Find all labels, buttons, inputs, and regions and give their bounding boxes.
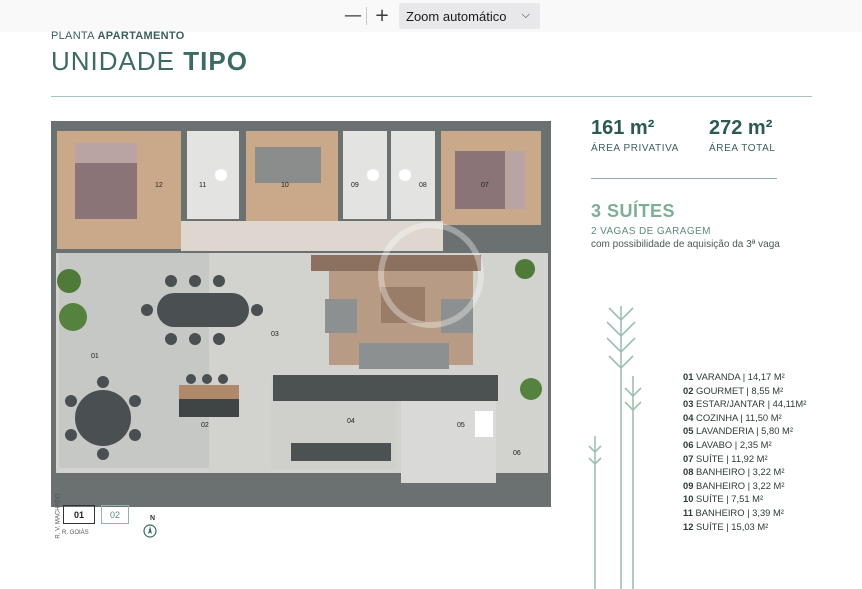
legend-item-number: 01 — [683, 371, 694, 382]
legend-item-text: SUÍTE | 15,03 M² — [696, 520, 769, 532]
plan-label-09: 09 — [351, 182, 359, 189]
legend-item-text: BANHEIRO | 3,22 M² — [696, 466, 785, 478]
north-label: N — [150, 515, 156, 522]
floor-plan: 12 11 10 09 08 07 01 03 02 04 05 06 — [51, 121, 551, 507]
pdf-viewer-toolbar: — + Zoom automático ⌵ — [0, 0, 862, 32]
page-title: UNIDADE TIPO — [51, 46, 248, 76]
chevron-down-icon: ⌵ — [521, 8, 530, 21]
zoom-select-value: Zoom automático — [406, 8, 507, 24]
legend-item-text: BANHEIRO | 3,22 M² — [696, 479, 785, 491]
plan-label-06: 06 — [513, 450, 521, 457]
compass-icon — [143, 524, 157, 538]
plan-label-07: 07 — [481, 182, 489, 189]
legend-item: 01 VARANDA | 14,17 M² — [683, 370, 806, 384]
area-privativa-value: 161 m² — [591, 117, 655, 139]
legend-item-number: 04 — [683, 411, 694, 423]
plan-label-02: 02 — [201, 422, 209, 429]
legend-item: 10 SUÍTE | 7,51 M² — [683, 492, 806, 506]
legend-item: 03 ESTAR/JANTAR | 44,11M² — [683, 397, 806, 411]
legend-item-number: 02 — [683, 384, 694, 396]
info-divider — [591, 178, 777, 179]
legend-item: 07 SUÍTE | 11,92 M² — [683, 452, 806, 466]
toolbar-separator — [366, 7, 367, 25]
plan-label-04: 04 — [347, 418, 355, 425]
legend-item-text: COZINHA | 11,50 M² — [696, 411, 782, 423]
legend-item-number: 10 — [683, 493, 694, 505]
orientation-box-01: 01 — [63, 505, 95, 524]
zoom-select[interactable]: Zoom automático ⌵ — [399, 3, 540, 29]
orientation-box-02: 02 — [101, 505, 129, 524]
legend-item: 02 GOURMET | 8,55 M² — [683, 384, 806, 398]
garage-note: com possibilidade de aquisição da 3ª vag… — [591, 239, 780, 250]
zoom-out-button[interactable]: — — [342, 5, 364, 27]
plan-label-11: 11 — [199, 182, 206, 189]
zoom-in-button[interactable]: + — [371, 5, 393, 27]
legend-item-text: SUÍTE | 11,92 M² — [696, 452, 768, 464]
tree-decoration — [588, 306, 642, 589]
header-divider — [51, 96, 812, 97]
plan-label-03: 03 — [271, 331, 279, 338]
legend-item-number: 08 — [683, 466, 694, 478]
legend-item-text: VARANDA | 14,17 M² — [696, 371, 785, 382]
legend-item-text: ESTAR/JANTAR | 44,11M² — [696, 398, 807, 410]
legend-item-number: 06 — [683, 438, 694, 450]
legend-item-text: LAVANDERIA | 5,80 M² — [696, 425, 793, 437]
plan-label-10: 10 — [281, 182, 289, 189]
subtitle: PLANTA APARTAMENTO — [51, 30, 185, 42]
legend-item: 05 LAVANDERIA | 5,80 M² — [683, 424, 806, 438]
area-total-label: ÁREA TOTAL — [709, 143, 776, 154]
plan-label-08: 08 — [419, 182, 427, 189]
suites-count: 3 SUÍTES — [591, 201, 676, 221]
street-horizontal-label: R. GOIÁS — [62, 530, 89, 536]
legend-item-text: BANHEIRO | 3,39 M² — [695, 506, 784, 518]
legend-item: 06 LAVABO | 2,35 M² — [683, 438, 806, 452]
legend-item-number: 09 — [683, 479, 694, 491]
street-vertical-label: R. V. MACHADO — [55, 493, 62, 539]
garage-spots: 2 VAGAS DE GARAGEM — [591, 226, 711, 237]
legend-item: 04 COZINHA | 11,50 M² — [683, 411, 806, 425]
plan-label-12: 12 — [155, 182, 163, 189]
area-total-value: 272 m² — [709, 117, 773, 139]
legend-item-number: 11 — [683, 506, 693, 518]
legend-item-text: LAVABO | 2,35 M² — [696, 438, 772, 450]
plan-label-05: 05 — [457, 422, 465, 429]
room-legend: 01 VARANDA | 14,17 M² 02 GOURMET | 8,55 M… — [683, 370, 806, 533]
legend-item-number: 12 — [683, 520, 694, 532]
legend-item-number: 05 — [683, 425, 694, 437]
legend-item: 12 SUÍTE | 15,03 M² — [683, 520, 806, 534]
legend-item-text: SUÍTE | 7,51 M² — [696, 493, 764, 505]
legend-item-number: 03 — [683, 398, 694, 410]
legend-item-number: 07 — [683, 452, 694, 464]
plan-label-01: 01 — [91, 353, 99, 360]
legend-item: 08 BANHEIRO | 3,22 M² — [683, 465, 806, 479]
legend-item-text: GOURMET | 8,55 M² — [696, 384, 784, 396]
legend-item: 09 BANHEIRO | 3,22 M² — [683, 479, 806, 493]
legend-item: 11 BANHEIRO | 3,39 M² — [683, 506, 806, 520]
area-privativa-label: ÁREA PRIVATIVA — [591, 143, 679, 154]
